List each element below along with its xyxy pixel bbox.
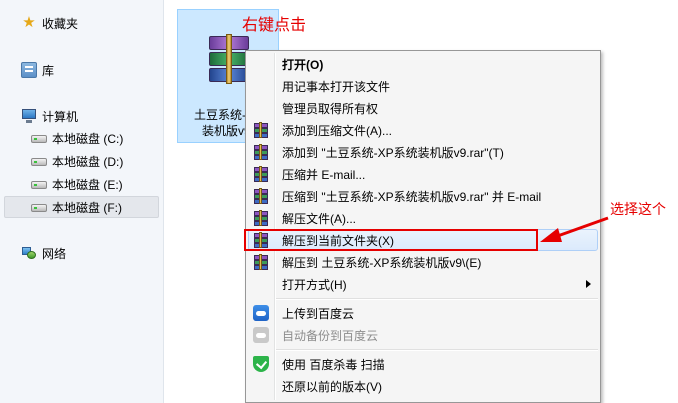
menu-item-label: 上传到百度云 — [282, 307, 355, 321]
nav-network[interactable]: 网络 — [4, 242, 159, 264]
menu-item-backup-baidu[interactable]: 自动备份到百度云 — [248, 324, 598, 346]
hard-drive-icon — [31, 130, 47, 146]
nav-libraries-label: 库 — [42, 63, 55, 78]
shield-icon — [253, 356, 269, 372]
menu-item-restore-previous[interactable]: 还原以前的版本(V) — [248, 375, 598, 397]
annotation-choose-this: 选择这个 — [610, 201, 666, 217]
menu-item-label: 解压到 土豆系统-XP系统装机版v9\(E) — [282, 256, 482, 270]
menu-separator — [276, 349, 598, 351]
library-icon — [21, 62, 37, 78]
nav-network-label: 网络 — [42, 246, 67, 261]
winrar-icon — [253, 122, 269, 138]
menu-item-open-notepad[interactable]: 用记事本打开该文件 — [248, 75, 598, 97]
menu-item-label: 添加到压缩文件(A)... — [282, 124, 392, 138]
menu-item-label: 压缩并 E-mail... — [282, 168, 366, 182]
nav-drive-label: 本地磁盘 (F:) — [52, 200, 122, 215]
hard-drive-icon — [31, 176, 47, 192]
menu-item-label: 打开方式(H) — [282, 278, 347, 292]
menu-item-open-with[interactable]: 打开方式(H) — [248, 273, 598, 295]
menu-separator — [276, 298, 598, 300]
menu-item-compress-email[interactable]: 压缩并 E-mail... — [248, 163, 598, 185]
nav-libraries[interactable]: 库 — [4, 59, 159, 81]
winrar-icon — [253, 166, 269, 182]
computer-icon — [21, 108, 37, 124]
nav-drive-d[interactable]: 本地磁盘 (D:) — [4, 150, 159, 172]
menu-item-add-to-rar[interactable]: 添加到 "土豆系统-XP系统装机版v9.rar"(T) — [248, 141, 598, 163]
network-icon — [21, 245, 37, 261]
nav-favorites-label: 收藏夹 — [42, 16, 79, 31]
navigation-pane: ★ 收藏夹 库 计算机 本地磁盘 (C:) 本地磁盘 (D:) 本地磁盘 (E:… — [0, 0, 164, 403]
nav-drive-label: 本地磁盘 (D:) — [52, 154, 124, 169]
nav-drive-e[interactable]: 本地磁盘 (E:) — [4, 173, 159, 195]
menu-item-open[interactable]: 打开(O) — [248, 53, 598, 75]
menu-item-add-to-archive[interactable]: 添加到压缩文件(A)... — [248, 119, 598, 141]
winrar-icon — [253, 188, 269, 204]
nav-computer[interactable]: 计算机 — [4, 105, 159, 127]
menu-item-label: 打开(O) — [282, 58, 324, 72]
menu-item-label: 添加到 "土豆系统-XP系统装机版v9.rar"(T) — [282, 146, 504, 160]
winrar-icon — [253, 254, 269, 270]
nav-drive-f[interactable]: 本地磁盘 (F:) — [4, 196, 159, 218]
nav-computer-label: 计算机 — [42, 109, 79, 124]
winrar-icon — [253, 144, 269, 160]
nav-drive-c[interactable]: 本地磁盘 (C:) — [4, 127, 159, 149]
annotation-right-click: 右键点击 — [242, 17, 307, 34]
menu-item-baidu-antivirus-scan[interactable]: 使用 百度杀毒 扫描 — [248, 353, 598, 375]
menu-item-label: 还原以前的版本(V) — [282, 380, 382, 394]
menu-item-label: 解压文件(A)... — [282, 212, 356, 226]
menu-item-take-ownership[interactable]: 管理员取得所有权 — [248, 97, 598, 119]
nav-favorites[interactable]: ★ 收藏夹 — [4, 12, 159, 34]
winrar-archive-icon — [209, 34, 249, 84]
menu-item-extract-to-folder[interactable]: 解压到 土豆系统-XP系统装机版v9\(E) — [248, 251, 598, 273]
hard-drive-icon — [31, 199, 47, 215]
baidu-cloud-icon — [253, 305, 269, 321]
menu-item-label: 压缩到 "土豆系统-XP系统装机版v9.rar" 并 E-mail — [282, 190, 542, 204]
star-icon: ★ — [22, 14, 36, 31]
menu-item-label: 用记事本打开该文件 — [282, 80, 391, 94]
menu-item-label: 自动备份到百度云 — [282, 329, 379, 343]
winrar-icon — [253, 210, 269, 226]
menu-item-label: 使用 百度杀毒 扫描 — [282, 358, 385, 372]
menu-item-label: 管理员取得所有权 — [282, 102, 379, 116]
submenu-arrow-icon — [586, 280, 591, 288]
menu-item-upload-baidu[interactable]: 上传到百度云 — [248, 302, 598, 324]
nav-drive-label: 本地磁盘 (E:) — [52, 177, 123, 192]
hard-drive-icon — [31, 153, 47, 169]
baidu-cloud-icon — [253, 327, 269, 343]
highlight-box — [244, 229, 538, 251]
nav-drive-label: 本地磁盘 (C:) — [52, 131, 124, 146]
